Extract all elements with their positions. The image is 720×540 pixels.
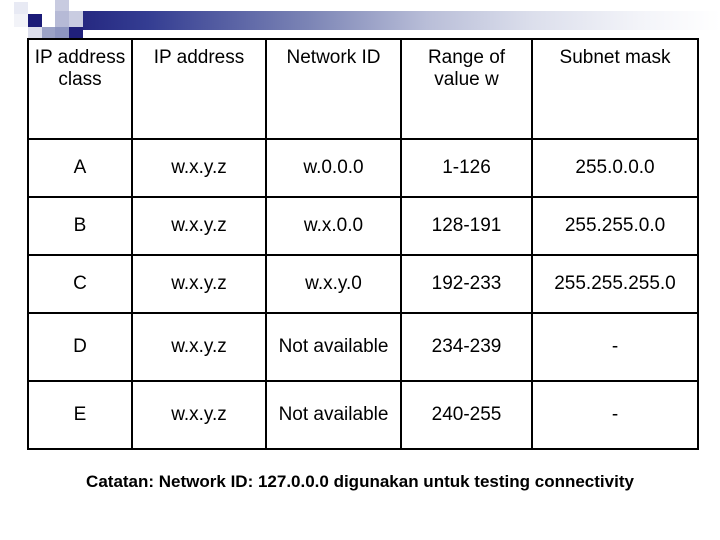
cell-class: B [27,195,133,256]
cell-range-w: 192-233 [400,253,533,314]
cell-subnet-mask: 255.255.255.0 [531,253,699,314]
table-row: C w.x.y.z w.x.y.0 192-233 255.255.255.0 [27,253,699,314]
column-header-ip-address-class: IP address class [27,38,133,140]
cell-ip-address: w.x.y.z [131,138,267,198]
cell-range-w: 234-239 [400,311,533,382]
decoration-square [14,27,28,40]
decoration-square [69,0,83,11]
cell-ip-address: w.x.y.z [131,195,267,256]
table-header-row: IP address class IP address Network ID R… [27,38,699,140]
cell-range-w: 128-191 [400,195,533,256]
cell-ip-address: w.x.y.z [131,311,267,382]
decoration-square [28,14,42,27]
cell-subnet-mask: - [531,379,699,451]
column-header-ip-address: IP address [131,38,267,140]
cell-subnet-mask: - [531,311,699,382]
decoration-square [14,2,28,14]
table-row: A w.x.y.z w.0.0.0 1-126 255.0.0.0 [27,138,699,198]
cell-subnet-mask: 255.255.0.0 [531,195,699,256]
cell-network-id: w.x.0.0 [265,195,402,256]
cell-class: A [27,138,133,198]
cell-range-w: 240-255 [400,379,533,451]
cell-class: C [27,253,133,314]
decoration-square [42,0,55,13]
table-row: B w.x.y.z w.x.0.0 128-191 255.255.0.0 [27,195,699,256]
decoration-square [14,14,28,27]
gradient-bar [55,11,720,30]
cell-subnet-mask: 255.0.0.0 [531,138,699,198]
column-header-subnet-mask: Subnet mask [531,38,699,140]
decoration-square [69,11,83,27]
decoration-square [42,13,55,27]
cell-class: E [27,379,133,451]
cell-network-id: Not available [265,311,402,382]
cell-class: D [27,311,133,382]
ip-address-class-table: IP address class IP address Network ID R… [27,38,699,451]
cell-network-id: Not available [265,379,402,451]
decoration-square [55,0,69,11]
cell-ip-address: w.x.y.z [131,253,267,314]
cell-range-w: 1-126 [400,138,533,198]
footnote-text: Catatan: Network ID: 127.0.0.0 digunakan… [86,472,634,491]
cell-ip-address: w.x.y.z [131,379,267,451]
table-row: D w.x.y.z Not available 234-239 - [27,311,699,382]
cell-network-id: w.x.y.0 [265,253,402,314]
column-header-network-id: Network ID [265,38,402,140]
table-row: E w.x.y.z Not available 240-255 - [27,379,699,451]
cell-network-id: w.0.0.0 [265,138,402,198]
slide-decoration-banner [0,0,720,52]
decoration-square [55,11,69,27]
column-header-range-of-value-w: Range of value w [400,38,533,140]
decoration-square [28,0,42,14]
